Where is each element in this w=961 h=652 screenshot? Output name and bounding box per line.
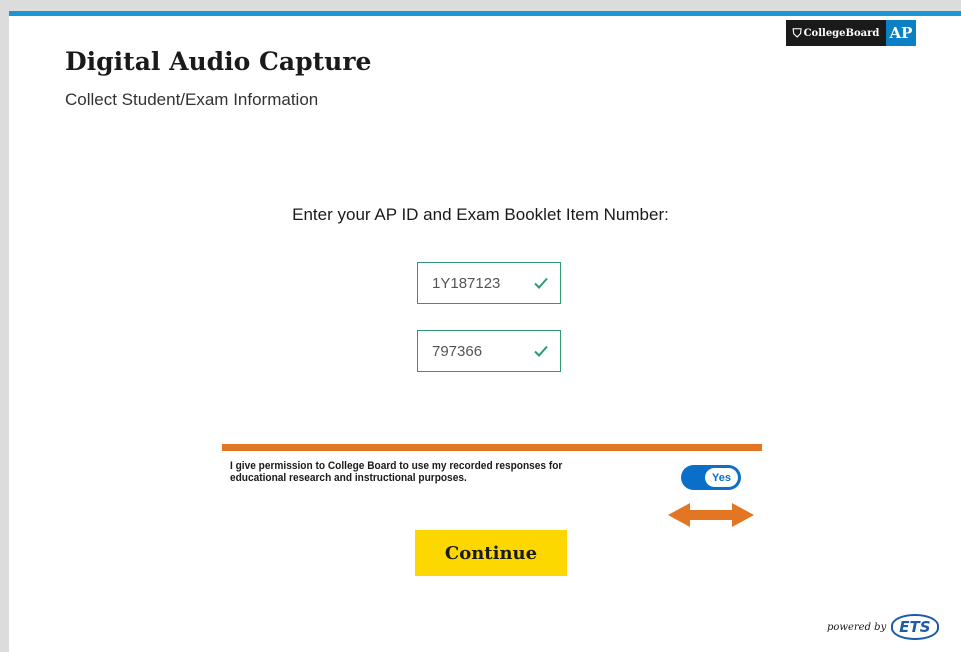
toggle-knob: Yes [705, 468, 738, 487]
ap-id-input[interactable]: 1Y187123 [417, 262, 561, 304]
collegeboard-logo: ⛉ CollegeBoard [786, 20, 886, 46]
check-icon [534, 345, 548, 357]
continue-button[interactable]: Continue [415, 530, 567, 576]
powered-by-ets: powered by ETS [827, 612, 961, 642]
page-title: Digital Audio Capture [65, 47, 372, 76]
collegeboard-text: CollegeBoard [803, 27, 880, 39]
acorn-icon: ⛉ [792, 25, 802, 40]
consent-toggle[interactable]: Yes [681, 465, 741, 490]
ap-id-value: 1Y187123 [432, 274, 501, 292]
booklet-number-input[interactable]: 797366 [417, 330, 561, 372]
consent-text: I give permission to College Board to us… [230, 460, 563, 484]
window-top-border [0, 0, 961, 11]
collegeboard-ap-logo: ⛉ CollegeBoard AP [786, 20, 916, 46]
ap-logo: AP [886, 20, 916, 46]
ets-logo: ETS [891, 614, 939, 640]
double-arrow-icon [668, 503, 754, 527]
window-left-border [0, 11, 9, 652]
powered-by-text: powered by [827, 621, 887, 633]
check-icon [534, 277, 548, 289]
divider-bar [222, 444, 762, 451]
page-subtitle: Collect Student/Exam Information [65, 90, 319, 109]
booklet-number-value: 797366 [432, 342, 483, 360]
form-prompt: Enter your AP ID and Exam Booklet Item N… [292, 205, 669, 224]
accent-top-bar [9, 11, 961, 16]
